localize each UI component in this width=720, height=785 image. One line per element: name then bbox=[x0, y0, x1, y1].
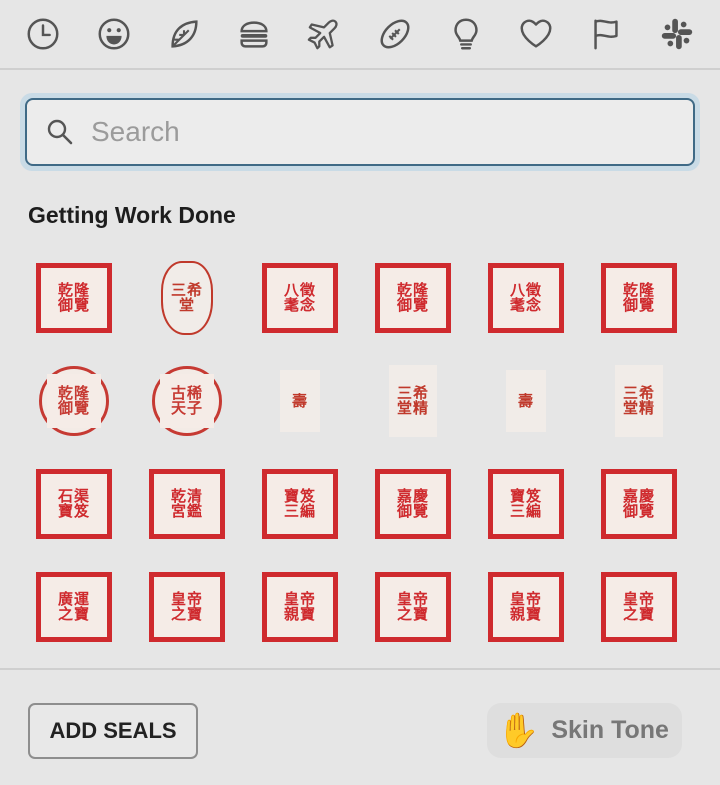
seal-item[interactable]: 壽 bbox=[246, 353, 354, 449]
seal-item[interactable]: 嘉慶 御覽 bbox=[359, 456, 467, 552]
seal-item[interactable]: 寶笈 三編 bbox=[472, 456, 580, 552]
seal-item[interactable]: 乾隆 御覽 bbox=[359, 250, 467, 346]
seal-stamp: 乾隆 御覽 bbox=[36, 263, 112, 333]
seal-stamp: 嘉慶 御覽 bbox=[375, 469, 451, 539]
search-field[interactable] bbox=[25, 98, 695, 166]
seal-item[interactable]: 三希 堂 bbox=[133, 250, 241, 346]
seal-glyph: 皇帝 之寶 bbox=[396, 590, 429, 623]
seal-glyph: 壽 bbox=[517, 391, 534, 410]
seal-item[interactable]: 三希 堂精 bbox=[585, 353, 693, 449]
seal-glyph: 嘉慶 御覽 bbox=[396, 487, 429, 520]
seal-glyph: 三希 堂 bbox=[170, 281, 203, 314]
seal-glyph: 廣運 之寶 bbox=[57, 590, 90, 623]
seal-stamp: 乾隆 御覽 bbox=[601, 263, 677, 333]
seal-stamp: 乾隆 御覽 bbox=[375, 263, 451, 333]
seal-stamp: 乾清 宮鑑 bbox=[149, 469, 225, 539]
seal-stamp: 皇帝 親寶 bbox=[488, 572, 564, 642]
leaf-icon[interactable] bbox=[164, 14, 204, 54]
seal-glyph: 乾隆 御覽 bbox=[57, 384, 90, 417]
smiley-icon[interactable] bbox=[94, 14, 134, 54]
seal-stamp: 三希 堂精 bbox=[389, 365, 437, 437]
skin-tone-button[interactable]: ✋ Skin Tone bbox=[487, 703, 682, 758]
add-seals-button[interactable]: ADD SEALS bbox=[28, 703, 198, 759]
seal-stamp: 廣運 之寶 bbox=[36, 572, 112, 642]
seal-stamp: 皇帝 之寶 bbox=[601, 572, 677, 642]
seal-item[interactable]: 八徵 耄念 bbox=[472, 250, 580, 346]
seal-item[interactable]: 廣運 之寶 bbox=[20, 559, 128, 655]
section-title: Getting Work Done bbox=[28, 202, 236, 228]
clock-icon[interactable] bbox=[23, 14, 63, 54]
seal-stamp: 壽 bbox=[280, 370, 320, 432]
seal-item[interactable]: 皇帝 之寶 bbox=[585, 559, 693, 655]
seal-stamp: 皇帝 之寶 bbox=[149, 572, 225, 642]
seal-stamp: 石渠 寶笈 bbox=[36, 469, 112, 539]
seal-glyph: 乾清 宮鑑 bbox=[170, 487, 203, 520]
seal-stamp: 乾隆 御覽 bbox=[39, 366, 109, 436]
seal-glyph: 乾隆 御覽 bbox=[57, 281, 90, 314]
skin-tone-label: Skin Tone bbox=[551, 716, 669, 744]
seal-glyph: 石渠 寶笈 bbox=[57, 487, 90, 520]
seal-stamp: 皇帝 之寶 bbox=[375, 572, 451, 642]
raised-hand-icon: ✋ bbox=[497, 710, 540, 751]
seal-glyph: 古稀 天子 bbox=[170, 384, 203, 417]
seal-glyph: 嘉慶 御覽 bbox=[622, 487, 655, 520]
seal-stamp: 皇帝 親寶 bbox=[262, 572, 338, 642]
seal-glyph: 寶笈 三編 bbox=[283, 487, 316, 520]
seal-stamp: 壽 bbox=[506, 370, 546, 432]
seal-stamp: 三希 堂 bbox=[161, 261, 213, 335]
seal-glyph: 三希 堂精 bbox=[396, 384, 429, 417]
seal-item[interactable]: 皇帝 親寶 bbox=[472, 559, 580, 655]
seal-item[interactable]: 皇帝 之寶 bbox=[133, 559, 241, 655]
seal-stamp: 八徵 耄念 bbox=[262, 263, 338, 333]
airplane-icon[interactable] bbox=[305, 14, 345, 54]
lightbulb-icon[interactable] bbox=[446, 14, 486, 54]
footer-divider bbox=[0, 668, 720, 670]
seal-item[interactable]: 乾清 宮鑑 bbox=[133, 456, 241, 552]
seal-glyph: 皇帝 之寶 bbox=[622, 590, 655, 623]
seal-glyph: 三希 堂精 bbox=[622, 384, 655, 417]
football-icon[interactable] bbox=[375, 14, 415, 54]
seal-glyph: 八徵 耄念 bbox=[509, 281, 542, 314]
seal-item[interactable]: 石渠 寶笈 bbox=[20, 456, 128, 552]
seal-glyph: 寶笈 三編 bbox=[509, 487, 542, 520]
seal-glyph: 皇帝 之寶 bbox=[170, 590, 203, 623]
seal-item[interactable]: 八徵 耄念 bbox=[246, 250, 354, 346]
seal-glyph: 乾隆 御覽 bbox=[622, 281, 655, 314]
seal-glyph: 壽 bbox=[291, 391, 308, 410]
seal-stamp: 三希 堂精 bbox=[615, 365, 663, 437]
seal-stamp: 寶笈 三編 bbox=[262, 469, 338, 539]
seal-item[interactable]: 乾隆 御覽 bbox=[585, 250, 693, 346]
category-bar bbox=[0, 0, 720, 70]
seal-item[interactable]: 乾隆 御覽 bbox=[20, 250, 128, 346]
seal-glyph: 八徵 耄念 bbox=[283, 281, 316, 314]
seal-item[interactable]: 壽 bbox=[472, 353, 580, 449]
search-icon bbox=[47, 119, 73, 145]
heart-icon[interactable] bbox=[516, 14, 556, 54]
seal-item[interactable]: 皇帝 之寶 bbox=[359, 559, 467, 655]
seal-glyph: 皇帝 親寶 bbox=[509, 590, 542, 623]
seal-glyph: 皇帝 親寶 bbox=[283, 590, 316, 623]
search-input[interactable] bbox=[89, 115, 653, 149]
seal-item[interactable]: 嘉慶 御覽 bbox=[585, 456, 693, 552]
seal-item[interactable]: 皇帝 親寶 bbox=[246, 559, 354, 655]
seal-glyph: 乾隆 御覽 bbox=[396, 281, 429, 314]
seal-item[interactable]: 乾隆 御覽 bbox=[20, 353, 128, 449]
seal-item[interactable]: 寶笈 三編 bbox=[246, 456, 354, 552]
seal-stamp: 古稀 天子 bbox=[152, 366, 222, 436]
search-focus-ring bbox=[20, 93, 700, 171]
seal-item[interactable]: 古稀 天子 bbox=[133, 353, 241, 449]
slack-logo-icon[interactable] bbox=[657, 14, 697, 54]
seal-item[interactable]: 三希 堂精 bbox=[359, 353, 467, 449]
seal-stamp: 嘉慶 御覽 bbox=[601, 469, 677, 539]
seal-grid: 乾隆 御覽 三希 堂八徵 耄念 乾隆 御覽 八徵 耄念 乾隆 御覽 乾隆 御覽 古稀 天子壽… bbox=[20, 248, 700, 668]
seal-stamp: 八徵 耄念 bbox=[488, 263, 564, 333]
seal-stamp: 寶笈 三編 bbox=[488, 469, 564, 539]
burger-icon[interactable] bbox=[234, 14, 274, 54]
flag-icon[interactable] bbox=[586, 14, 626, 54]
